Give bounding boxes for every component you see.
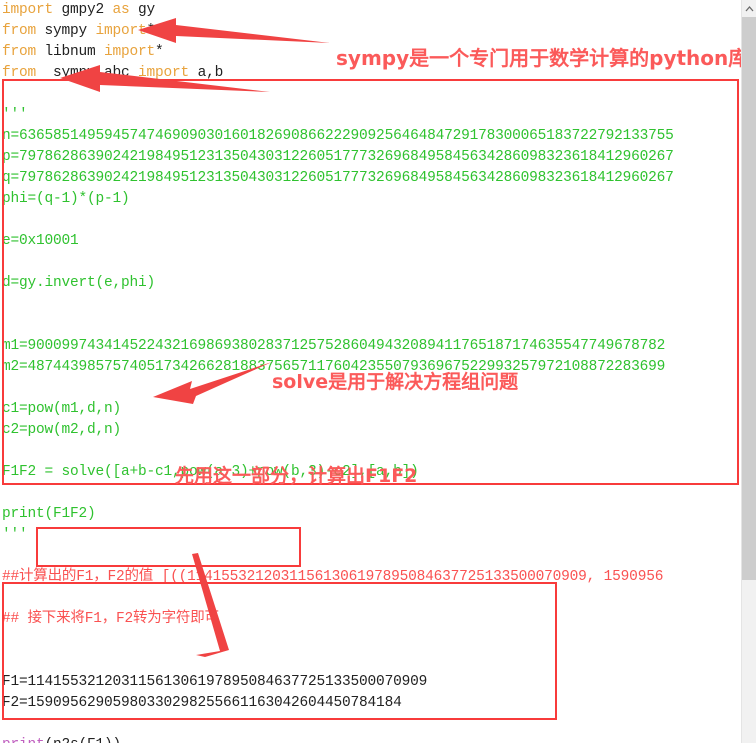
annotation-text-f1f2: 先用这一部分，计算出F1F2	[175, 465, 418, 487]
code-token: as	[112, 2, 130, 18]
code-token: a,b	[189, 65, 224, 81]
code-line: q=79786286390242198495123135043031226051…	[2, 168, 741, 189]
code-token: sympy.abc	[36, 65, 139, 81]
code-line: n=63658514959457474690903016018269086622…	[2, 126, 741, 147]
code-token: print	[2, 737, 45, 743]
code-token: libnum	[36, 44, 105, 60]
code-token: import	[104, 44, 156, 60]
code-line: '''	[2, 105, 741, 126]
code-line: F2=1590956290598033029825566116304260445…	[2, 693, 741, 714]
code-token: gy	[129, 2, 156, 18]
code-token: '''	[2, 527, 28, 543]
code-token: import	[95, 23, 147, 39]
code-token: F1=1141553212031156130619789508463772513…	[2, 674, 428, 690]
annotation-text-sympy: sympy是一个专门用于数学计算的python库	[336, 46, 749, 70]
code-line: ##计算出的F1，F2的值 [((11415532120311561306197…	[2, 567, 741, 588]
code-line: '''	[2, 525, 741, 546]
code-token: gmpy2	[53, 2, 113, 18]
scroll-up-arrow-icon[interactable]	[742, 0, 756, 17]
code-token: '''	[2, 107, 28, 123]
code-token: *	[155, 44, 164, 60]
code-line: d=gy.invert(e,phi)	[2, 273, 741, 294]
vertical-scrollbar[interactable]	[741, 0, 756, 743]
code-token: print(F1F2)	[2, 506, 96, 522]
code-line: F1=1141553212031156130619789508463772513…	[2, 672, 741, 693]
code-token: import	[2, 2, 54, 18]
code-token: phi=(q-1)*(p-1)	[2, 191, 130, 207]
code-line: from sympy import*	[2, 21, 741, 42]
code-token: d=gy.invert(e,phi)	[2, 275, 156, 291]
code-token: ## 接下来将F1，F2转为字符即可	[2, 611, 219, 627]
code-token: *	[146, 23, 156, 39]
code-token: ##计算出的F1，F2的值 [((11415532120311561306197…	[2, 569, 664, 585]
code-token: e=0x10001	[2, 233, 79, 249]
code-token: F2=1590956290598033029825566116304260445…	[2, 695, 402, 711]
code-token: q=79786286390242198495123135043031226051…	[2, 170, 674, 186]
code-line: print(n2s(F1))	[2, 735, 741, 743]
code-line: m1=9000997434145224321698693802837125752…	[2, 336, 741, 357]
code-line: ## 接下来将F1，F2转为字符即可	[2, 609, 741, 630]
code-token: from	[2, 65, 37, 81]
code-token: from	[2, 23, 37, 39]
scrollbar-thumb[interactable]	[742, 17, 756, 580]
code-token: (n2s(F1))	[45, 737, 122, 743]
code-token: c2=pow(m2,d,n)	[2, 422, 122, 438]
code-token: sympy	[36, 23, 96, 39]
chevron-up-icon	[745, 5, 754, 11]
code-line: phi=(q-1)*(p-1)	[2, 189, 741, 210]
code-token: from	[2, 44, 37, 60]
code-line: p=79786286390242198495123135043031226051…	[2, 147, 741, 168]
code-token: p=79786286390242198495123135043031226051…	[2, 149, 674, 165]
code-line: import gmpy2 as gy	[2, 0, 741, 21]
code-token: c1=pow(m1,d,n)	[2, 401, 122, 417]
code-line: print(F1F2)	[2, 504, 741, 525]
code-line: e=0x10001	[2, 231, 741, 252]
code-token: m1=9000997434145224321698693802837125752…	[2, 338, 666, 354]
annotation-text-solve: solve是用于解决方程组问题	[272, 371, 519, 393]
code-token: import	[138, 65, 190, 81]
code-token: n=63658514959457474690903016018269086622…	[2, 128, 674, 144]
code-line: c2=pow(m2,d,n)	[2, 420, 741, 441]
code-line: c1=pow(m1,d,n)	[2, 399, 741, 420]
